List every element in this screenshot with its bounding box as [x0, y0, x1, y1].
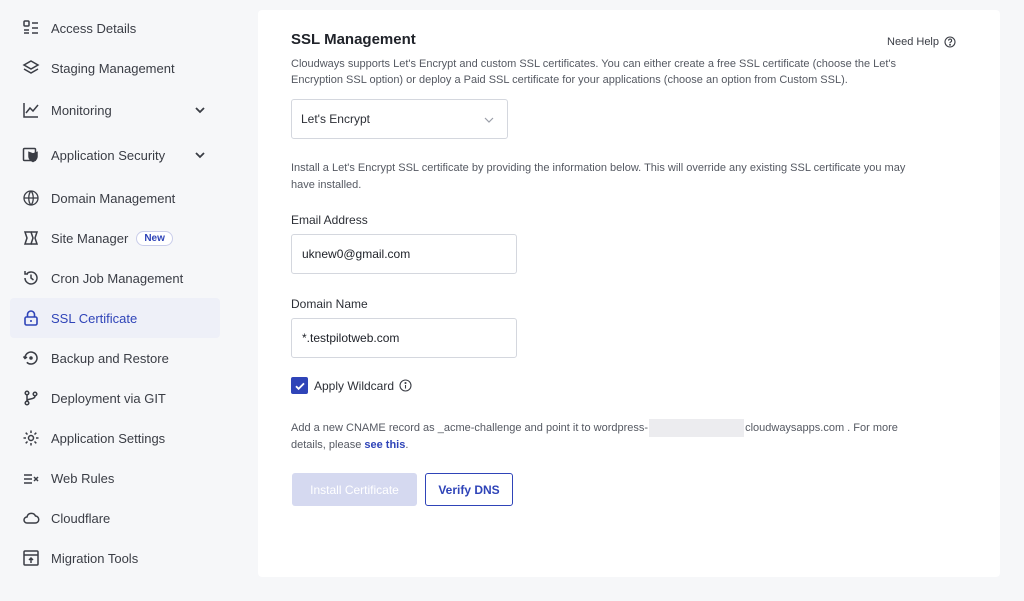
shield-icon [22, 146, 40, 164]
install-certificate-button[interactable]: Install Certificate [292, 473, 417, 506]
domain-value: *.testpilotweb.com [302, 331, 400, 345]
domain-name-field[interactable]: *.testpilotweb.com [291, 318, 517, 358]
upload-box-icon [22, 549, 40, 567]
restore-icon [22, 349, 40, 367]
sidebar-item-web-rules[interactable]: Web Rules [10, 458, 220, 498]
new-badge: New [136, 230, 173, 246]
sidebar-item-monitoring[interactable]: Monitoring [10, 88, 220, 132]
sidebar: Access Details Staging Management Monito… [10, 8, 220, 578]
sidebar-item-application-security[interactable]: Application Security [10, 132, 220, 178]
ssl-type-value: Let's Encrypt [301, 112, 370, 126]
chevron-down-icon [484, 117, 494, 123]
sidebar-item-application-settings[interactable]: Application Settings [10, 418, 220, 458]
access-details-icon [22, 19, 40, 37]
install-info-text: Install a Let's Encrypt SSL certificate … [291, 162, 906, 191]
sidebar-item-cloudflare[interactable]: Cloudflare [10, 498, 220, 538]
sidebar-item-domain-management[interactable]: Domain Management [10, 178, 220, 218]
redacted-block [649, 419, 745, 437]
need-help-link[interactable]: Need Help [887, 36, 956, 48]
need-help-label: Need Help [887, 36, 939, 48]
site-manager-icon [22, 229, 40, 247]
gear-icon [22, 429, 40, 447]
sidebar-item-ssl-certificate[interactable]: SSL Certificate [10, 298, 220, 338]
history-icon [22, 269, 40, 287]
sidebar-item-staging-management[interactable]: Staging Management [10, 48, 220, 88]
lock-icon [22, 309, 40, 327]
see-this-link[interactable]: see this [364, 439, 405, 451]
apply-wildcard-label: Apply Wildcard [314, 378, 395, 393]
sidebar-item-deployment-via-git[interactable]: Deployment via GIT [10, 378, 220, 418]
git-branch-icon [22, 389, 40, 407]
sidebar-item-site-manager[interactable]: Site Manager New [10, 218, 220, 258]
layers-icon [22, 59, 40, 77]
info-icon[interactable] [399, 379, 412, 392]
ssl-type-select[interactable]: Let's Encrypt [291, 99, 508, 139]
rules-icon [22, 469, 40, 487]
cname-end: . [405, 439, 409, 451]
verify-dns-button[interactable]: Verify DNS [425, 473, 513, 506]
domain-label: Domain Name [291, 297, 368, 311]
email-value: uknew0@gmail.com [302, 247, 411, 261]
cloud-icon [22, 509, 40, 527]
chevron-down-icon[interactable] [194, 104, 206, 116]
apply-wildcard-checkbox[interactable] [291, 377, 308, 394]
help-circle-icon [944, 36, 956, 48]
cname-prefix: Add a new CNAME record as _acme-challeng… [291, 421, 649, 434]
sidebar-item-access-details[interactable]: Access Details [10, 8, 220, 48]
check-icon [294, 382, 305, 390]
cname-instructions: Add a new CNAME record as _acme-challeng… [291, 419, 931, 454]
apply-wildcard-row: Apply Wildcard [291, 377, 412, 394]
chart-line-icon [22, 101, 40, 119]
ssl-management-card: SSL Management Need Help Cloudways suppo… [258, 10, 1000, 577]
ssl-description: Cloudways supports Let's Encrypt and cus… [291, 58, 897, 86]
sidebar-item-backup-and-restore[interactable]: Backup and Restore [10, 338, 220, 378]
page-title: SSL Management [291, 31, 416, 48]
sidebar-item-cron-job-management[interactable]: Cron Job Management [10, 258, 220, 298]
sidebar-item-migration-tools[interactable]: Migration Tools [10, 538, 220, 578]
globe-icon [22, 189, 40, 207]
chevron-down-icon[interactable] [194, 149, 206, 161]
email-label: Email Address [291, 213, 368, 227]
email-field[interactable]: uknew0@gmail.com [291, 234, 517, 274]
